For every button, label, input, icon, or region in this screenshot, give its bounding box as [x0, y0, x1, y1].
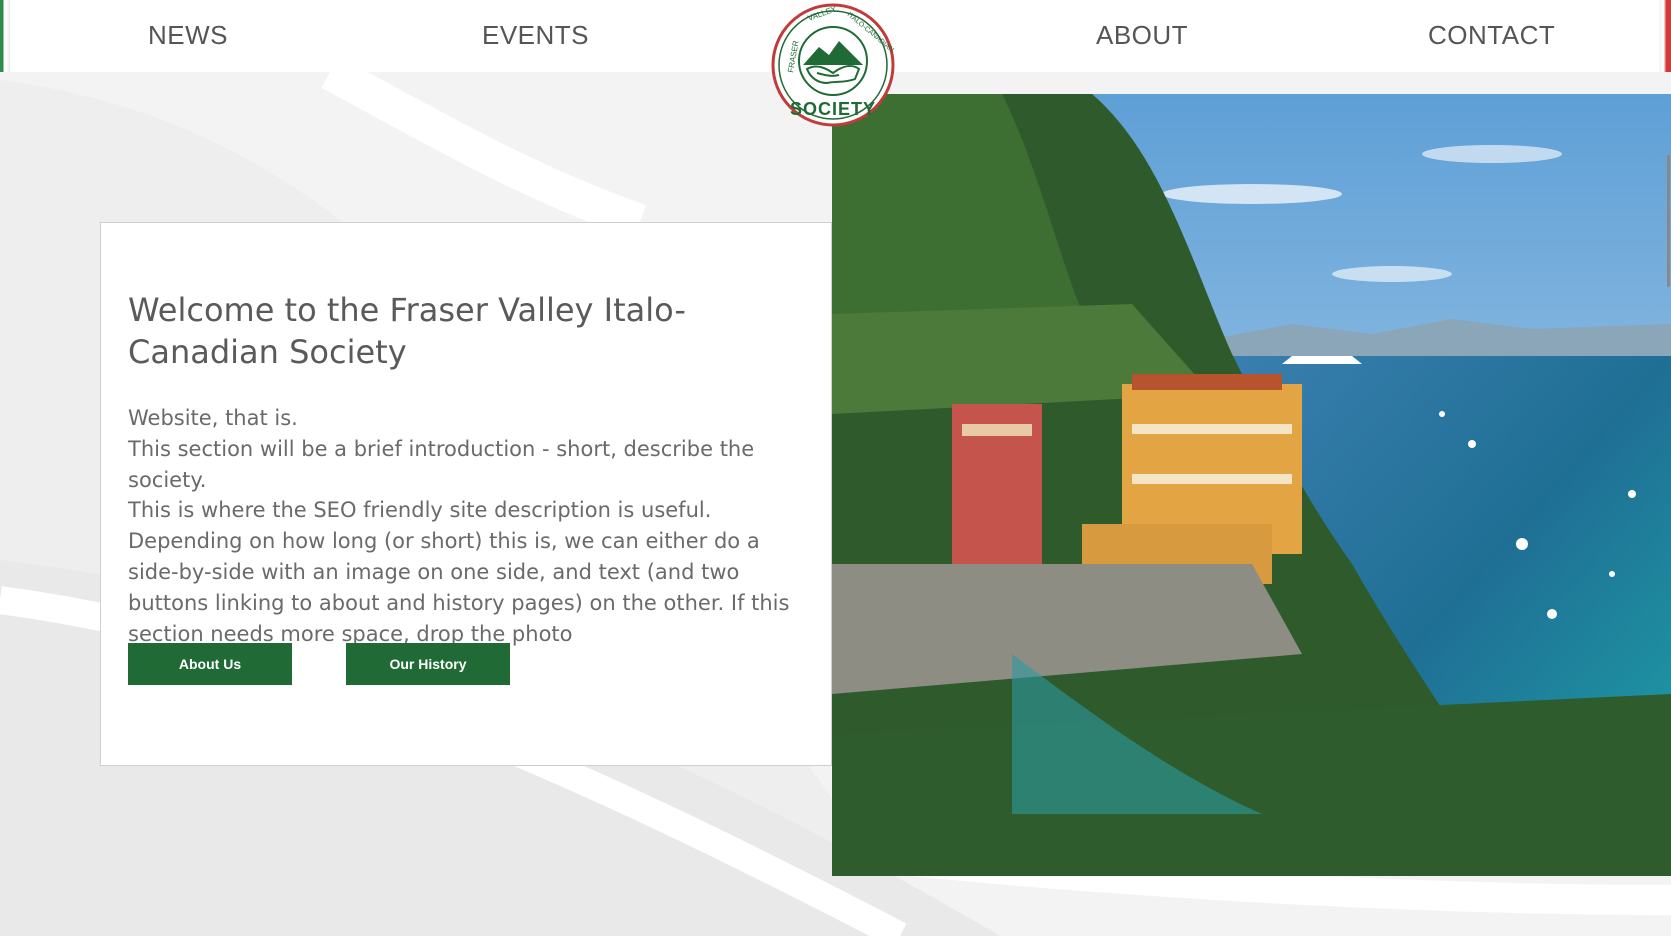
nav-contact[interactable]: CONTACT: [1428, 20, 1555, 51]
our-history-button[interactable]: Our History: [346, 643, 510, 685]
nav-about[interactable]: ABOUT: [1096, 20, 1188, 51]
nav-news[interactable]: NEWS: [148, 20, 228, 51]
svg-text:SOCIETY: SOCIETY: [790, 99, 876, 119]
intro-line: This is where the SEO friendly site desc…: [128, 498, 790, 646]
welcome-card: Welcome to the Fraser Valley Italo-Canad…: [100, 222, 832, 766]
coastal-village-photo: [832, 94, 1671, 876]
nav-events[interactable]: EVENTS: [482, 20, 589, 51]
intro-text: Website, that is. This section will be a…: [128, 403, 808, 649]
intro-line: Website, that is.: [128, 406, 298, 430]
intro-line: This section will be a brief introductio…: [128, 436, 755, 492]
society-logo[interactable]: SOCIETY FRASER VALLEY ITALO-CANADIAN: [771, 3, 895, 127]
page-scrollbar[interactable]: [1667, 155, 1670, 287]
flag-stripe-left: [0, 0, 10, 72]
flag-stripe-right: [1659, 0, 1671, 72]
welcome-heading: Welcome to the Fraser Valley Italo-Canad…: [128, 291, 686, 371]
about-us-button[interactable]: About Us: [128, 643, 292, 685]
